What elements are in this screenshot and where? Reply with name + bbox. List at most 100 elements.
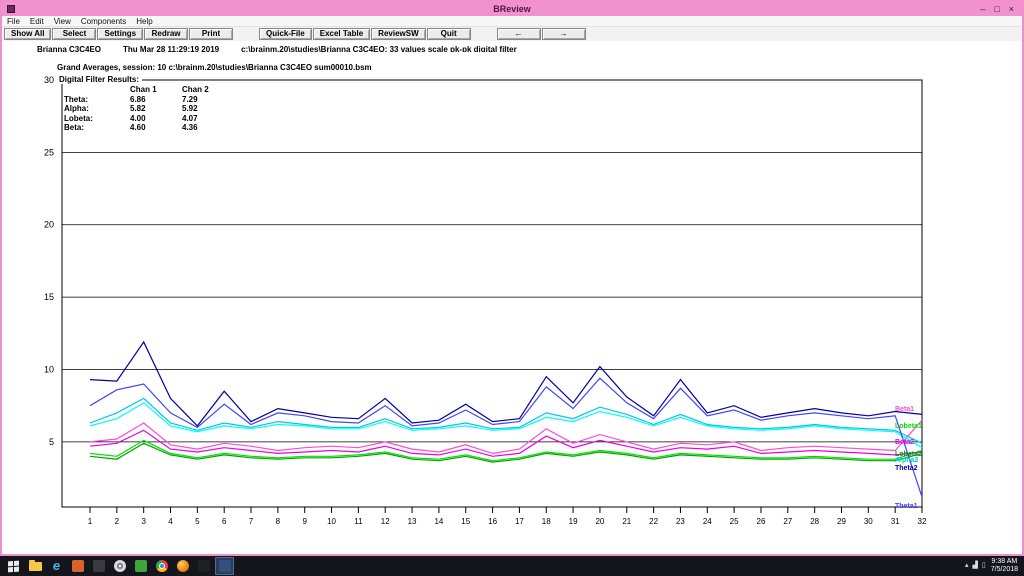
chart-area: Grand Averages, session: 10 c:\brainm.20… — [2, 52, 1022, 554]
table-cell: 4.00 — [130, 114, 182, 124]
menu-item-view[interactable]: View — [49, 17, 76, 26]
app-green-taskbar-button[interactable] — [131, 557, 150, 575]
close-button[interactable]: × — [1009, 3, 1014, 15]
app-black-icon — [198, 560, 210, 572]
system-tray: ▴ ▟ ▯ 9:38 AM 7/5/2018 — [965, 558, 1022, 574]
menu-item-help[interactable]: Help — [131, 17, 157, 26]
y-tick-label: 15 — [44, 292, 54, 302]
breview-taskbar-button[interactable] — [215, 557, 234, 575]
series-label-alpha2: Alpha2 — [895, 457, 918, 464]
x-tick-label: 9 — [302, 517, 307, 526]
x-tick-label: 17 — [515, 517, 524, 526]
x-tick-label: 18 — [542, 517, 551, 526]
app-orange-icon — [72, 560, 84, 572]
column-header: Chan 1 — [130, 85, 182, 95]
y-tick-label: 20 — [44, 220, 54, 230]
media-disc-taskbar-button[interactable] — [110, 557, 129, 575]
file-explorer-taskbar-button[interactable] — [26, 557, 45, 575]
table-cell: 5.82 — [130, 104, 182, 114]
x-tick-label: 4 — [168, 517, 173, 526]
filter-results-table: Chan 1 Chan 2 Theta: 6.86 7.29 Alpha: 5.… — [64, 85, 234, 133]
taskbar-clock[interactable]: 9:38 AM 7/5/2018 — [991, 558, 1022, 574]
clock-date: 7/5/2018 — [991, 566, 1018, 574]
x-tick-label: 16 — [488, 517, 497, 526]
series-label-beta1: Beta1 — [895, 406, 914, 413]
x-tick-label: 13 — [408, 517, 417, 526]
toolbar-button-select[interactable]: Select — [52, 28, 96, 40]
menubar: FileEditViewComponentsHelp — [2, 16, 1022, 27]
series-label-beta2: Beta2 — [895, 439, 914, 446]
row-label: Alpha: — [64, 104, 130, 114]
menu-item-file[interactable]: File — [2, 17, 25, 26]
app-dark-icon — [93, 560, 105, 572]
row-label: Beta: — [64, 123, 130, 133]
app-black-taskbar-button[interactable] — [194, 557, 213, 575]
media-disc-icon — [114, 560, 126, 572]
breview-icon — [219, 560, 231, 572]
firefox-taskbar-button[interactable] — [173, 557, 192, 575]
toolbar-button-quit[interactable]: Quit — [427, 28, 471, 40]
window-title: BReview — [2, 4, 1022, 14]
x-tick-label: 27 — [783, 517, 792, 526]
menu-item-components[interactable]: Components — [76, 17, 131, 26]
firefox-icon — [177, 560, 189, 572]
x-tick-label: 26 — [757, 517, 766, 526]
x-tick-label: 12 — [381, 517, 390, 526]
toolbar-button-redraw[interactable]: Redraw — [144, 28, 188, 40]
x-tick-label: 23 — [676, 517, 685, 526]
toolbar: Show AllSelectSettingsRedrawPrint Quick-F… — [2, 27, 1022, 41]
x-tick-label: 29 — [837, 517, 846, 526]
column-header: Chan 2 — [182, 85, 234, 95]
toolbar-button-btn[interactable]: ← — [497, 28, 541, 40]
x-tick-label: 5 — [195, 517, 200, 526]
toolbar-button-btn[interactable]: → — [542, 28, 586, 40]
toolbar-button-quick-file[interactable]: Quick-File — [259, 28, 312, 40]
x-tick-label: 8 — [276, 517, 281, 526]
filter-results-title: Digital Filter Results: — [59, 75, 142, 84]
app-orange-taskbar-button[interactable] — [68, 557, 87, 575]
toolbar-button-print[interactable]: Print — [189, 28, 233, 40]
taskbar-apps: e — [26, 557, 234, 575]
table-cell: 4.60 — [130, 123, 182, 133]
table-cell: 7.29 — [182, 95, 234, 105]
titlebar[interactable]: BReview – □ × — [2, 2, 1022, 16]
start-button[interactable] — [2, 556, 24, 576]
series-theta1 — [90, 378, 922, 497]
tray-network-icon[interactable]: ▟ — [973, 562, 978, 570]
x-tick-label: 19 — [569, 517, 578, 526]
x-tick-label: 6 — [222, 517, 227, 526]
breview-window: BReview – □ × FileEditViewComponentsHelp… — [0, 0, 1024, 556]
tray-hidden-icons-icon[interactable]: ▴ — [965, 562, 969, 570]
window-controls: – □ × — [980, 3, 1019, 15]
plot-border — [62, 80, 922, 507]
toolbar-button-show-all[interactable]: Show All — [4, 28, 51, 40]
maximize-button[interactable]: □ — [994, 3, 999, 15]
y-tick-label: 10 — [44, 364, 54, 374]
menu-item-edit[interactable]: Edit — [25, 17, 49, 26]
file-explorer-icon — [29, 562, 42, 571]
app-dark-taskbar-button[interactable] — [89, 557, 108, 575]
x-tick-label: 14 — [434, 517, 443, 526]
x-tick-label: 22 — [649, 517, 658, 526]
x-tick-label: 28 — [810, 517, 819, 526]
x-tick-label: 21 — [622, 517, 631, 526]
minimize-button[interactable]: – — [980, 3, 985, 15]
x-tick-label: 7 — [249, 517, 254, 526]
series-theta2 — [90, 342, 922, 426]
toolbar-button-settings[interactable]: Settings — [97, 28, 143, 40]
x-tick-label: 15 — [461, 517, 470, 526]
table-cell: 5.92 — [182, 104, 234, 114]
y-tick-label: 30 — [44, 75, 54, 85]
toolbar-button-excel-table[interactable]: Excel Table — [313, 28, 370, 40]
tray-icons: ▴ ▟ ▯ — [965, 562, 986, 570]
row-label: Lobeta: — [64, 114, 130, 124]
toolbar-button-reviewsw[interactable]: ReviewSW — [371, 28, 425, 40]
tray-battery-icon[interactable]: ▯ — [982, 562, 986, 570]
y-tick-label: 5 — [49, 437, 54, 447]
chrome-taskbar-button[interactable] — [152, 557, 171, 575]
series-beta2 — [90, 430, 922, 456]
chart-title: Grand Averages, session: 10 c:\brainm.20… — [57, 63, 372, 72]
x-tick-label: 24 — [703, 517, 712, 526]
table-cell — [64, 85, 130, 95]
internet-explorer-taskbar-button[interactable]: e — [47, 557, 66, 575]
